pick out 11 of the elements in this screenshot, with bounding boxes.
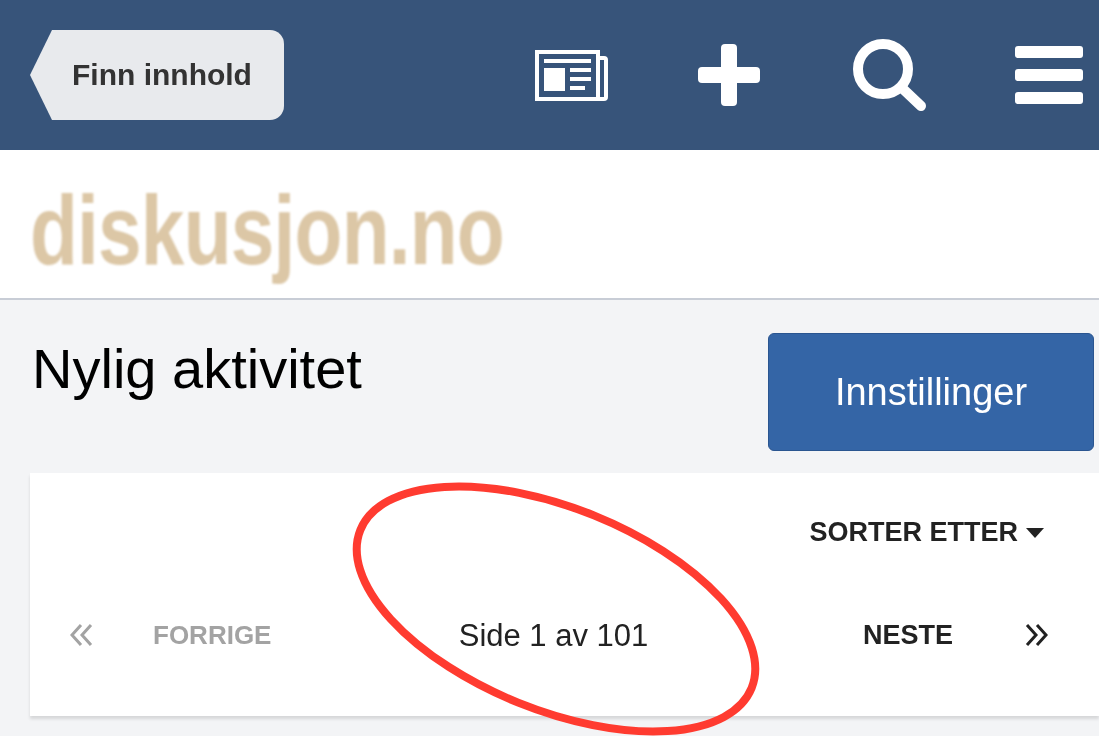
menu-icon[interactable] [1015, 46, 1083, 104]
caret-down-icon [1026, 527, 1044, 538]
sort-dropdown[interactable]: SORTER ETTER [809, 519, 1044, 546]
search-icon[interactable] [853, 39, 927, 111]
settings-button[interactable]: Innstillinger [768, 333, 1094, 451]
newspaper-icon[interactable] [535, 49, 608, 101]
double-chevron-right-icon[interactable] [1025, 623, 1048, 647]
back-button[interactable]: Finn innhold [30, 30, 284, 120]
page-status: Side 1 av 101 [458, 619, 649, 651]
next-link[interactable]: NESTE [862, 621, 953, 649]
plus-icon[interactable] [698, 44, 760, 106]
